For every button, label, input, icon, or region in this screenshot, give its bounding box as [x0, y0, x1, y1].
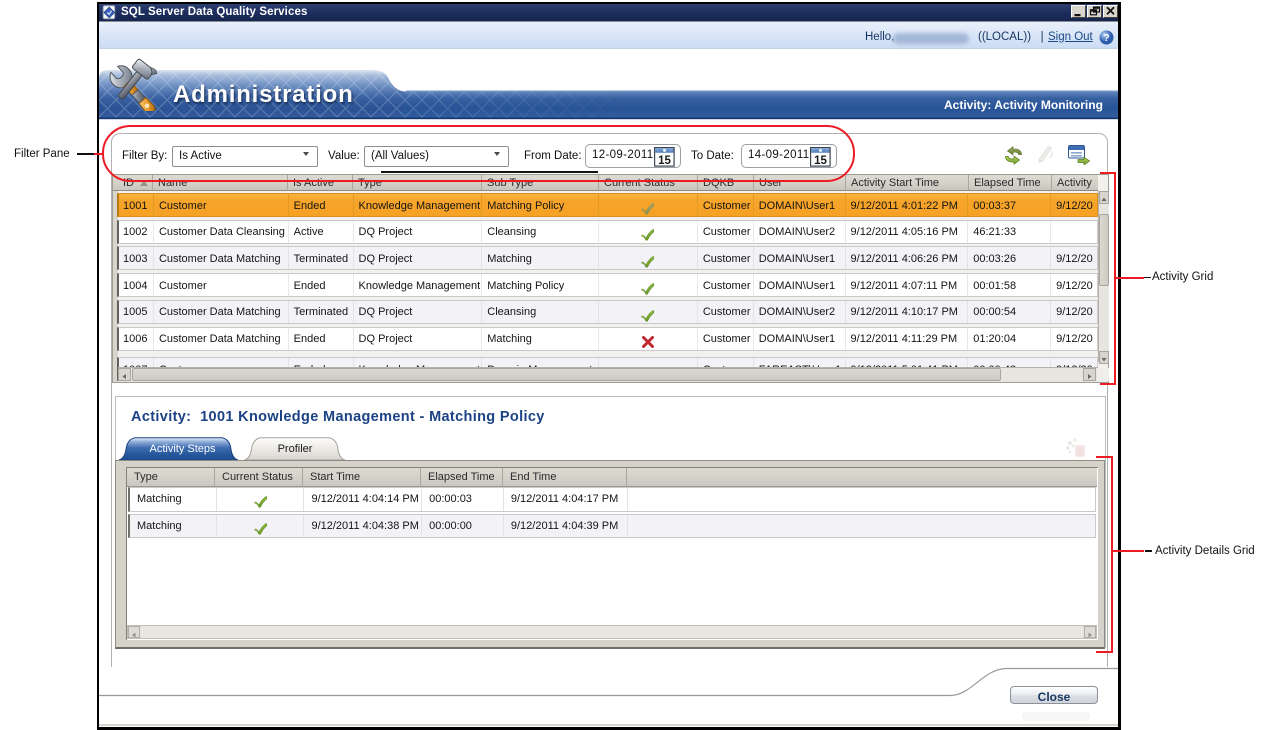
svg-text:?: ? [1103, 33, 1109, 44]
